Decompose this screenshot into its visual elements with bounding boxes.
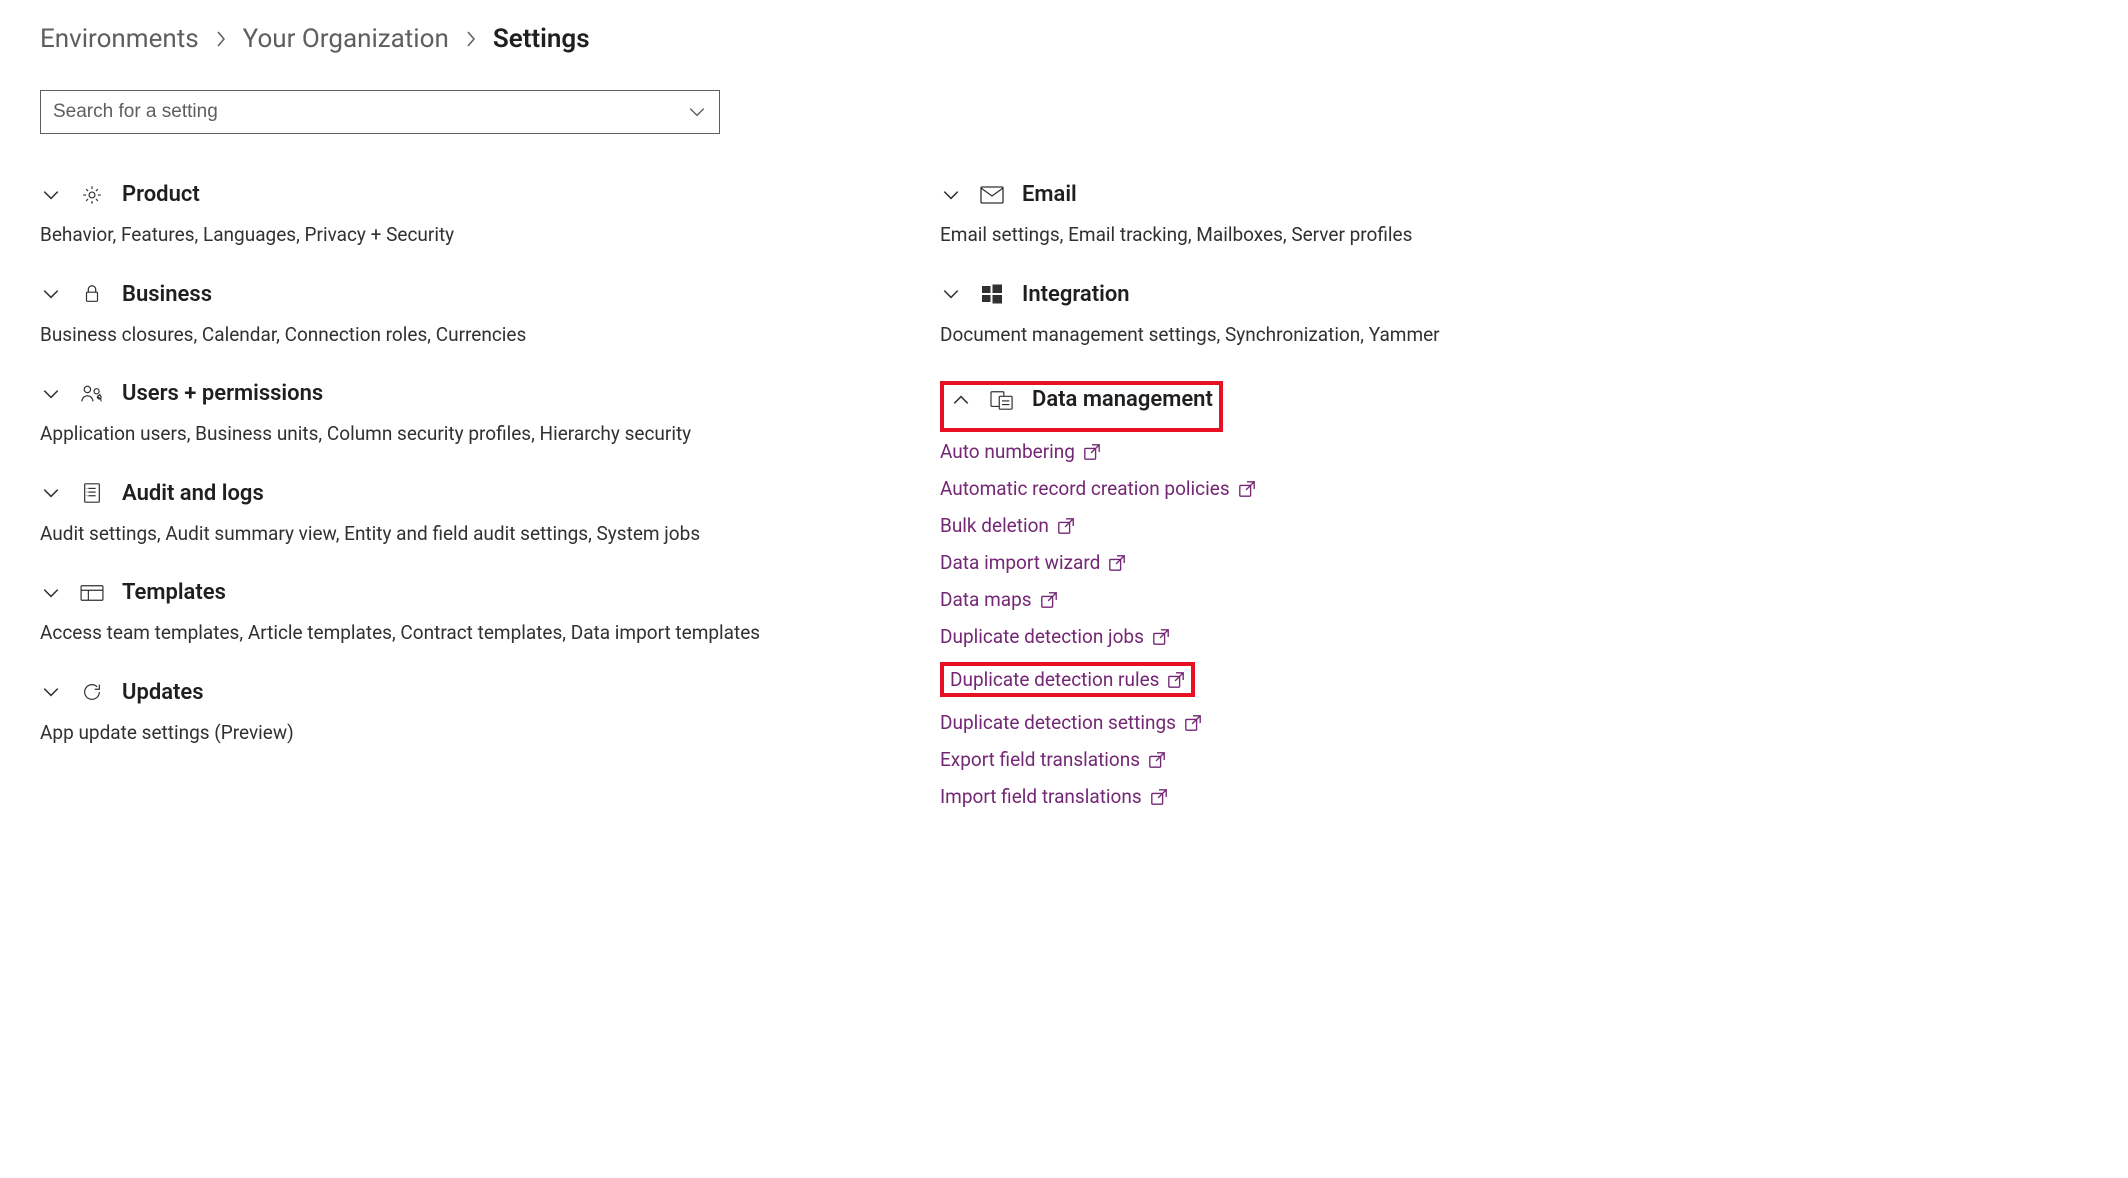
left-column: Product Behavior, Features, Languages, Pr… <box>40 182 840 840</box>
external-link-icon <box>1167 671 1185 689</box>
category-description: Application users, Business units, Colum… <box>40 420 840 449</box>
category-title: Email <box>1022 182 1077 207</box>
chevron-down-icon <box>940 186 962 204</box>
list-icon <box>80 482 104 504</box>
breadcrumb: Environments Your Organization Settings <box>40 24 2088 54</box>
link-label: Auto numbering <box>940 440 1075 463</box>
link-label: Duplicate detection rules <box>950 668 1159 691</box>
category-header[interactable]: Email <box>940 182 1500 207</box>
link-label: Export field translations <box>940 748 1140 771</box>
category-description: Email settings, Email tracking, Mailboxe… <box>940 221 1500 250</box>
category-title: Audit and logs <box>122 481 264 506</box>
external-link-icon <box>1150 788 1168 806</box>
category-updates: Updates App update settings (Preview) <box>40 680 840 748</box>
link-item[interactable]: Duplicate detection jobs <box>940 625 1500 648</box>
search-input[interactable] <box>40 90 720 134</box>
category-description: Behavior, Features, Languages, Privacy +… <box>40 221 840 250</box>
link-label: Bulk deletion <box>940 514 1049 537</box>
category-title: Users + permissions <box>122 381 323 406</box>
chevron-down-icon <box>40 584 62 602</box>
link-item[interactable]: Automatic record creation policies <box>940 477 1500 500</box>
category-description: Business closures, Calendar, Connection … <box>40 321 840 350</box>
search-container <box>40 90 720 134</box>
category-product: Product Behavior, Features, Languages, Pr… <box>40 182 840 250</box>
category-header[interactable]: Data management <box>950 387 1213 412</box>
link-item[interactable]: Duplicate detection rules <box>940 662 1195 697</box>
chevron-up-icon <box>950 391 972 409</box>
external-link-icon <box>1184 714 1202 732</box>
category-integration: Integration Document management settings,… <box>940 282 1500 350</box>
category-header[interactable]: Integration <box>940 282 1500 307</box>
chevron-down-icon <box>40 385 62 403</box>
people-icon <box>80 383 104 405</box>
category-description: App update settings (Preview) <box>40 719 840 748</box>
external-link-icon <box>1108 554 1126 572</box>
chevron-down-icon <box>40 484 62 502</box>
category-header[interactable]: Audit and logs <box>40 481 840 506</box>
category-title: Updates <box>122 680 204 705</box>
templates-icon <box>80 583 104 603</box>
data-icon <box>990 389 1014 411</box>
external-link-icon <box>1057 517 1075 535</box>
external-link-icon <box>1040 591 1058 609</box>
external-link-icon <box>1238 480 1256 498</box>
category-header[interactable]: Business <box>40 282 840 307</box>
category-title: Data management <box>1032 387 1213 412</box>
link-label: Automatic record creation policies <box>940 477 1230 500</box>
link-label: Import field translations <box>940 785 1142 808</box>
breadcrumb-item[interactable]: Your Organization <box>243 24 449 54</box>
breadcrumb-separator <box>215 29 227 49</box>
category-description: Document management settings, Synchroniz… <box>940 321 1500 350</box>
link-label: Duplicate detection settings <box>940 711 1176 734</box>
breadcrumb-separator <box>465 29 477 49</box>
link-item[interactable]: Data maps <box>940 588 1500 611</box>
breadcrumb-item: Settings <box>493 24 590 54</box>
link-item[interactable]: Import field translations <box>940 785 1500 808</box>
category-data-management: Data management Auto numbering Automatic r… <box>940 381 1500 808</box>
category-header[interactable]: Product <box>40 182 840 207</box>
link-item[interactable]: Bulk deletion <box>940 514 1500 537</box>
category-users-permissions: Users + permissions Application users, Bu… <box>40 381 840 449</box>
chevron-down-icon <box>940 285 962 303</box>
right-column: Email Email settings, Email tracking, Mai… <box>940 182 1500 840</box>
category-title: Product <box>122 182 200 207</box>
link-item[interactable]: Duplicate detection settings <box>940 711 1500 734</box>
category-email: Email Email settings, Email tracking, Mai… <box>940 182 1500 250</box>
category-title: Integration <box>1022 282 1130 307</box>
category-header[interactable]: Updates <box>40 680 840 705</box>
external-link-icon <box>1152 628 1170 646</box>
chevron-down-icon <box>40 683 62 701</box>
external-link-icon <box>1083 443 1101 461</box>
refresh-icon <box>80 681 104 703</box>
category-links: Auto numbering Automatic record creation … <box>940 440 1500 808</box>
mail-icon <box>980 186 1004 204</box>
link-item[interactable]: Export field translations <box>940 748 1500 771</box>
category-templates: Templates Access team templates, Article … <box>40 580 840 648</box>
category-header[interactable]: Templates <box>40 580 840 605</box>
gear-icon <box>80 184 104 206</box>
chevron-down-icon <box>40 186 62 204</box>
link-label: Data import wizard <box>940 551 1100 574</box>
highlight-box: Data management <box>940 381 1223 432</box>
windows-icon <box>980 284 1004 304</box>
category-title: Templates <box>122 580 226 605</box>
external-link-icon <box>1148 751 1166 769</box>
settings-columns: Product Behavior, Features, Languages, Pr… <box>40 182 2088 840</box>
category-description: Audit settings, Audit summary view, Enti… <box>40 520 840 549</box>
category-business: Business Business closures, Calendar, Con… <box>40 282 840 350</box>
link-label: Duplicate detection jobs <box>940 625 1144 648</box>
category-title: Business <box>122 282 212 307</box>
category-description: Access team templates, Article templates… <box>40 619 840 648</box>
lock-icon <box>80 283 104 305</box>
link-item[interactable]: Data import wizard <box>940 551 1500 574</box>
breadcrumb-item[interactable]: Environments <box>40 24 199 54</box>
category-audit-and-logs: Audit and logs Audit settings, Audit summ… <box>40 481 840 549</box>
link-item[interactable]: Auto numbering <box>940 440 1500 463</box>
link-label: Data maps <box>940 588 1032 611</box>
chevron-down-icon <box>40 285 62 303</box>
category-header[interactable]: Users + permissions <box>40 381 840 406</box>
